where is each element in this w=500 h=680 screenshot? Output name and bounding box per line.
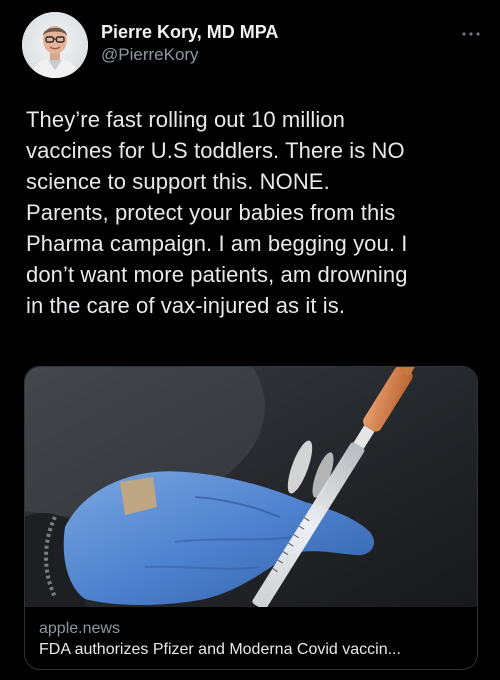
- author-handle[interactable]: @PierreKory: [101, 44, 278, 66]
- link-preview-card[interactable]: apple.news FDA authorizes Pfizer and Mod…: [24, 366, 478, 670]
- tweet-text: They’re fast rolling out 10 million vacc…: [26, 107, 408, 318]
- card-image: [25, 367, 477, 607]
- tweet: Pierre Kory, MD MPA @PierreKory They’re …: [0, 0, 500, 680]
- tweet-header: Pierre Kory, MD MPA @PierreKory: [22, 12, 482, 80]
- author-info: Pierre Kory, MD MPA @PierreKory: [101, 21, 278, 66]
- author-name[interactable]: Pierre Kory, MD MPA: [101, 21, 278, 43]
- card-meta: apple.news FDA authorizes Pfizer and Mod…: [39, 619, 465, 660]
- avatar[interactable]: [22, 12, 88, 78]
- more-horizontal-icon[interactable]: [460, 26, 482, 36]
- card-title[interactable]: FDA authorizes Pfizer and Moderna Covid …: [39, 640, 465, 660]
- card-domain: apple.news: [39, 620, 120, 637]
